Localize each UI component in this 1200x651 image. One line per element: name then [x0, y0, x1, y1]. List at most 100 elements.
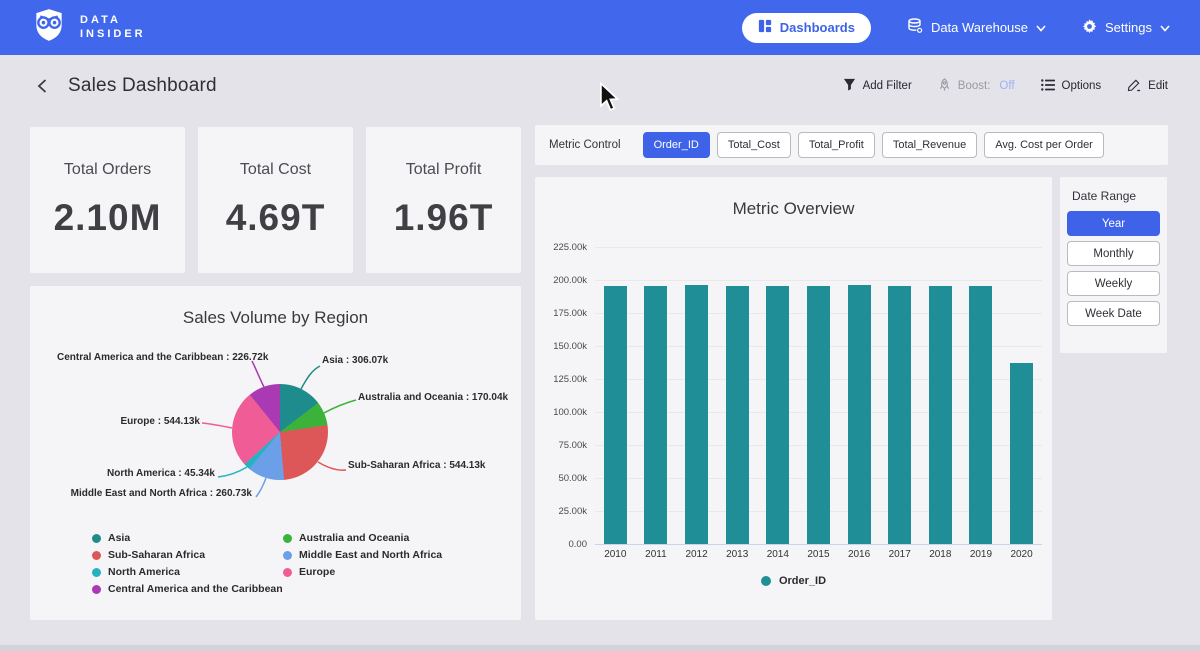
y-axis-tick-label: 175.00k: [539, 308, 587, 319]
x-axis-tick-label: 2014: [763, 549, 793, 560]
boost-toggle[interactable]: Boost: Off: [938, 78, 1015, 95]
pie-legend-label: Australia and Oceania: [299, 532, 409, 544]
edit-button[interactable]: Edit: [1127, 78, 1168, 95]
metric-option-button[interactable]: Total_Revenue: [882, 132, 977, 158]
chevron-down-icon: [1036, 20, 1046, 35]
screen: DATA INSIDER Dashboards: [0, 0, 1200, 651]
pie-slice-label: Asia : 306.07k: [322, 355, 388, 366]
y-axis-tick-label: 125.00k: [539, 374, 587, 385]
data-warehouse-menu[interactable]: Data Warehouse: [907, 18, 1046, 37]
metric-option-button[interactable]: Total_Profit: [798, 132, 875, 158]
pie-slice-label: Europe : 544.13k: [30, 416, 200, 427]
kpi-value: 1.96T: [394, 197, 494, 239]
date-range-option-button[interactable]: Weekly: [1067, 271, 1160, 296]
bar-chart-x-axis: 2010201120122013201420152016201720182019…: [595, 549, 1042, 560]
date-range-buttons: Year Monthly Weekly Week Date: [1067, 211, 1160, 326]
metric-control-bar: Metric Control Order_ID Total_Cost Total_P…: [535, 125, 1168, 165]
pie-chart[interactable]: [232, 384, 328, 480]
pie-legend-item[interactable]: Central America and the Caribbean: [92, 583, 283, 595]
legend-dot: [92, 551, 101, 560]
date-range-option-button[interactable]: Week Date: [1067, 301, 1160, 326]
brand-logo[interactable]: DATA INSIDER: [30, 6, 146, 49]
kpi-label: Total Orders: [64, 161, 151, 179]
y-axis-tick-label: 100.00k: [539, 407, 587, 418]
pie-legend-item[interactable]: Asia: [92, 532, 130, 544]
bar-2010[interactable]: [604, 286, 627, 544]
kpi-value: 2.10M: [54, 197, 162, 239]
bar-2014[interactable]: [766, 286, 789, 544]
owl-logo-icon: [30, 6, 68, 49]
brand-line2: INSIDER: [80, 29, 146, 40]
x-axis-tick-label: 2010: [600, 549, 630, 560]
y-axis-tick-label: 225.00k: [539, 242, 587, 253]
pie-legend-label: Central America and the Caribbean: [108, 583, 283, 595]
metric-control-label: Metric Control: [549, 139, 621, 151]
legend-dot: [92, 585, 101, 594]
kpi-card-total-orders: Total Orders 2.10M: [30, 127, 185, 273]
date-range-option-button[interactable]: Monthly: [1067, 241, 1160, 266]
add-filter-button[interactable]: Add Filter: [843, 78, 912, 94]
bar-2012[interactable]: [685, 285, 708, 544]
options-button[interactable]: Options: [1041, 79, 1102, 94]
pie-chart-title: Sales Volume by Region: [30, 308, 521, 328]
pie-legend-item[interactable]: Australia and Oceania: [283, 532, 409, 544]
metric-buttons: Order_ID Total_Cost Total_Profit Total_Reve…: [643, 132, 1104, 158]
metric-option-button[interactable]: Total_Cost: [717, 132, 791, 158]
bar-2018[interactable]: [929, 286, 952, 544]
back-button[interactable]: [32, 74, 52, 98]
legend-dot: [761, 576, 771, 586]
legend-dot: [283, 551, 292, 560]
bar-2020[interactable]: [1010, 363, 1033, 544]
settings-menu[interactable]: Settings: [1082, 19, 1170, 37]
pie-slice-label: Central America and the Caribbean : 226.…: [57, 352, 268, 363]
navbar: DATA INSIDER Dashboards: [0, 0, 1200, 55]
date-range-option-button[interactable]: Year: [1067, 211, 1160, 236]
pie-legend-item[interactable]: Middle East and North Africa: [283, 549, 442, 561]
gridline: 0.00: [595, 544, 1042, 545]
bottom-strip: [0, 645, 1200, 651]
x-axis-tick-label: 2017: [885, 549, 915, 560]
x-axis-tick-label: 2012: [682, 549, 712, 560]
bar-chart-title: Metric Overview: [535, 199, 1052, 219]
bar-2011[interactable]: [644, 286, 667, 544]
kpi-label: Total Cost: [240, 161, 311, 179]
bar-chart-panel: Metric Overview 225.00k200.00k175.00k150…: [535, 177, 1052, 620]
bar-chart-legend[interactable]: Order_ID: [535, 575, 1052, 587]
chevron-down-icon: [1160, 20, 1170, 35]
bar-2017[interactable]: [888, 286, 911, 544]
bar-legend-label: Order_ID: [779, 575, 826, 587]
options-list-icon: [1041, 79, 1055, 94]
y-axis-tick-label: 50.00k: [539, 473, 587, 484]
bar-2013[interactable]: [726, 286, 749, 544]
boost-status: Off: [999, 80, 1014, 92]
y-axis-tick-label: 150.00k: [539, 341, 587, 352]
pie-legend-item[interactable]: Sub-Saharan Africa: [92, 549, 205, 561]
metric-option-button[interactable]: Order_ID: [643, 132, 710, 158]
pie-legend-item[interactable]: North America: [92, 566, 180, 578]
bar-2015[interactable]: [807, 286, 830, 544]
pie-slice-label: Sub-Saharan Africa : 544.13k: [348, 460, 485, 471]
pie-slice-label: North America : 45.34k: [30, 468, 215, 479]
x-axis-tick-label: 2011: [641, 549, 671, 560]
pie-legend-item[interactable]: Europe: [283, 566, 335, 578]
pie-legend-label: Sub-Saharan Africa: [108, 549, 205, 561]
bar-2019[interactable]: [969, 286, 992, 544]
database-icon: [907, 18, 923, 37]
x-axis-tick-label: 2018: [925, 549, 955, 560]
bars-container: [595, 247, 1042, 544]
dashboards-button[interactable]: Dashboards: [742, 13, 871, 43]
pie-legend-label: North America: [108, 566, 180, 578]
pencil-icon: [1127, 78, 1141, 95]
legend-dot: [92, 568, 101, 577]
pie-chart-panel: Sales Volume by Region Asia : 306.07k Aus…: [30, 286, 521, 620]
bar-chart-plot: 225.00k200.00k175.00k150.00k125.00k100.0…: [595, 247, 1042, 544]
y-axis-tick-label: 0.00: [539, 539, 587, 550]
y-axis-tick-label: 75.00k: [539, 440, 587, 451]
kpi-card-total-profit: Total Profit 1.96T: [366, 127, 521, 273]
x-axis-tick-label: 2016: [844, 549, 874, 560]
pie-legend-label: Europe: [299, 566, 335, 578]
bar-2016[interactable]: [848, 285, 871, 544]
metric-option-button[interactable]: Avg. Cost per Order: [984, 132, 1104, 158]
kpi-value: 4.69T: [226, 197, 326, 239]
page-title: Sales Dashboard: [68, 75, 217, 97]
